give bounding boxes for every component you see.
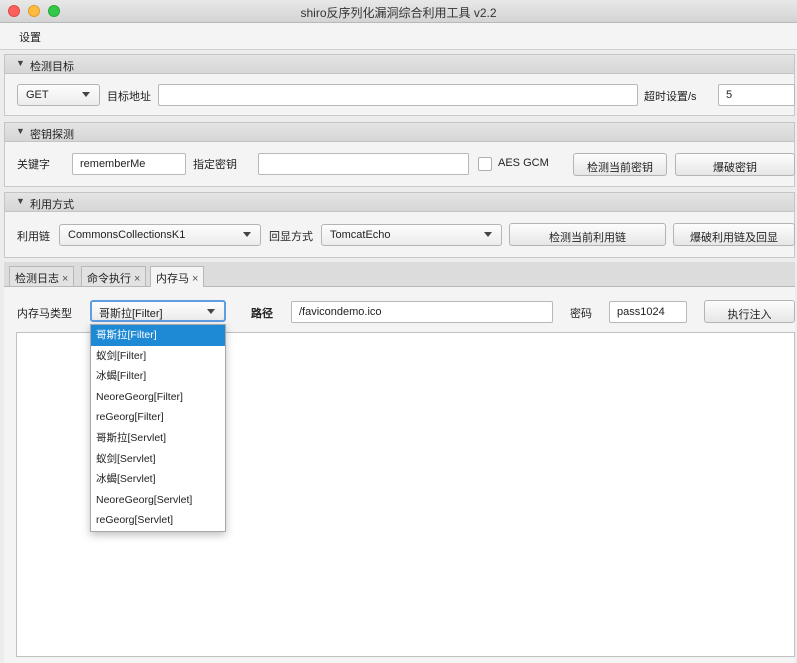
specify-key-label: 指定密钥	[193, 159, 237, 171]
tab-label: 内存马	[156, 273, 189, 285]
path-label: 路径	[251, 308, 273, 320]
echo-method-select[interactable]: TomcatEcho	[321, 224, 502, 246]
memshell-type-select[interactable]: 哥斯拉[Filter]	[90, 300, 226, 322]
tab-bar: 检测日志 × 命令执行 × 内存马 ×	[4, 262, 795, 287]
gadget-chain-select[interactable]: CommonsCollectionsK1	[59, 224, 261, 246]
chevron-down-icon	[82, 92, 90, 97]
http-method-value: GET	[26, 89, 49, 101]
exploit-section-header[interactable]: ▼ 利用方式	[4, 192, 795, 212]
brute-key-button[interactable]: 爆破密钥	[675, 153, 795, 176]
close-icon[interactable]: ×	[192, 273, 198, 285]
dropdown-option[interactable]: 哥斯拉[Filter]	[91, 325, 225, 346]
chevron-down-icon	[484, 232, 492, 237]
target-section-title: 检测目标	[30, 61, 74, 73]
title-bar: shiro反序列化漏洞综合利用工具 v2.2	[0, 0, 797, 23]
dropdown-option[interactable]: reGeorg[Filter]	[91, 407, 225, 428]
dropdown-option[interactable]: NeoreGeorg[Filter]	[91, 387, 225, 408]
collapse-triangle-icon: ▼	[16, 126, 25, 136]
chevron-down-icon	[207, 309, 215, 314]
key-section-header[interactable]: ▼ 密钥探测	[4, 122, 795, 142]
memshell-type-value: 哥斯拉[Filter]	[99, 308, 163, 320]
password-input[interactable]: pass1024	[609, 301, 687, 323]
chevron-down-icon	[243, 232, 251, 237]
key-section-title: 密钥探测	[30, 129, 74, 141]
brute-chain-button[interactable]: 爆破利用链及回显	[673, 223, 795, 246]
tab-label: 检测日志	[15, 273, 59, 285]
gadget-chain-value: CommonsCollectionsK1	[68, 229, 186, 241]
dropdown-option[interactable]: reGeorg[Servlet]	[91, 510, 225, 531]
menu-settings[interactable]: 设置	[19, 29, 41, 45]
inject-button[interactable]: 执行注入	[704, 300, 795, 323]
keyword-input[interactable]: rememberMe	[72, 153, 186, 175]
keyword-label: 关键字	[17, 159, 50, 171]
detect-chain-button[interactable]: 检测当前利用链	[509, 223, 666, 246]
target-url-input[interactable]	[158, 84, 638, 106]
target-url-label: 目标地址	[107, 91, 151, 103]
close-icon[interactable]: ×	[134, 273, 140, 285]
chain-label: 利用链	[17, 231, 50, 243]
dropdown-option[interactable]: NeoreGeorg[Servlet]	[91, 490, 225, 511]
password-label: 密码	[570, 308, 592, 320]
detect-key-button[interactable]: 检测当前密钥	[573, 153, 667, 176]
dropdown-option[interactable]: 哥斯拉[Servlet]	[91, 428, 225, 449]
dropdown-option[interactable]: 冰蝎[Filter]	[91, 366, 225, 387]
tab-command-exec[interactable]: 命令执行 ×	[81, 266, 147, 286]
timeout-label: 超时设置/s	[644, 91, 697, 103]
menu-bar: 设置	[0, 23, 797, 50]
collapse-triangle-icon: ▼	[16, 196, 25, 206]
window-title: shiro反序列化漏洞综合利用工具 v2.2	[300, 6, 497, 20]
tab-detect-log[interactable]: 检测日志 ×	[9, 266, 75, 286]
echo-label: 回显方式	[269, 231, 313, 243]
path-input[interactable]: /favicondemo.ico	[291, 301, 553, 323]
dropdown-option[interactable]: 冰蝎[Servlet]	[91, 469, 225, 490]
http-method-select[interactable]: GET	[17, 84, 100, 106]
specify-key-input[interactable]	[258, 153, 469, 175]
timeout-input[interactable]: 5	[718, 84, 795, 106]
memshell-type-dropdown: 哥斯拉[Filter] 蚁剑[Filter] 冰蝎[Filter] NeoreG…	[90, 324, 226, 532]
close-icon[interactable]: ×	[62, 273, 68, 285]
tab-memshell[interactable]: 内存马 ×	[150, 266, 205, 287]
collapse-triangle-icon: ▼	[16, 58, 25, 68]
aes-gcm-checkbox[interactable]	[478, 157, 492, 171]
exploit-section-title: 利用方式	[30, 199, 74, 211]
target-section-header[interactable]: ▼ 检测目标	[4, 54, 795, 74]
tab-label: 命令执行	[87, 273, 131, 285]
memshell-type-label: 内存马类型	[17, 308, 72, 320]
dropdown-option[interactable]: 蚁剑[Servlet]	[91, 449, 225, 470]
dropdown-option[interactable]: 蚁剑[Filter]	[91, 346, 225, 367]
echo-method-value: TomcatEcho	[330, 229, 391, 241]
aes-gcm-label: AES GCM	[498, 157, 549, 169]
